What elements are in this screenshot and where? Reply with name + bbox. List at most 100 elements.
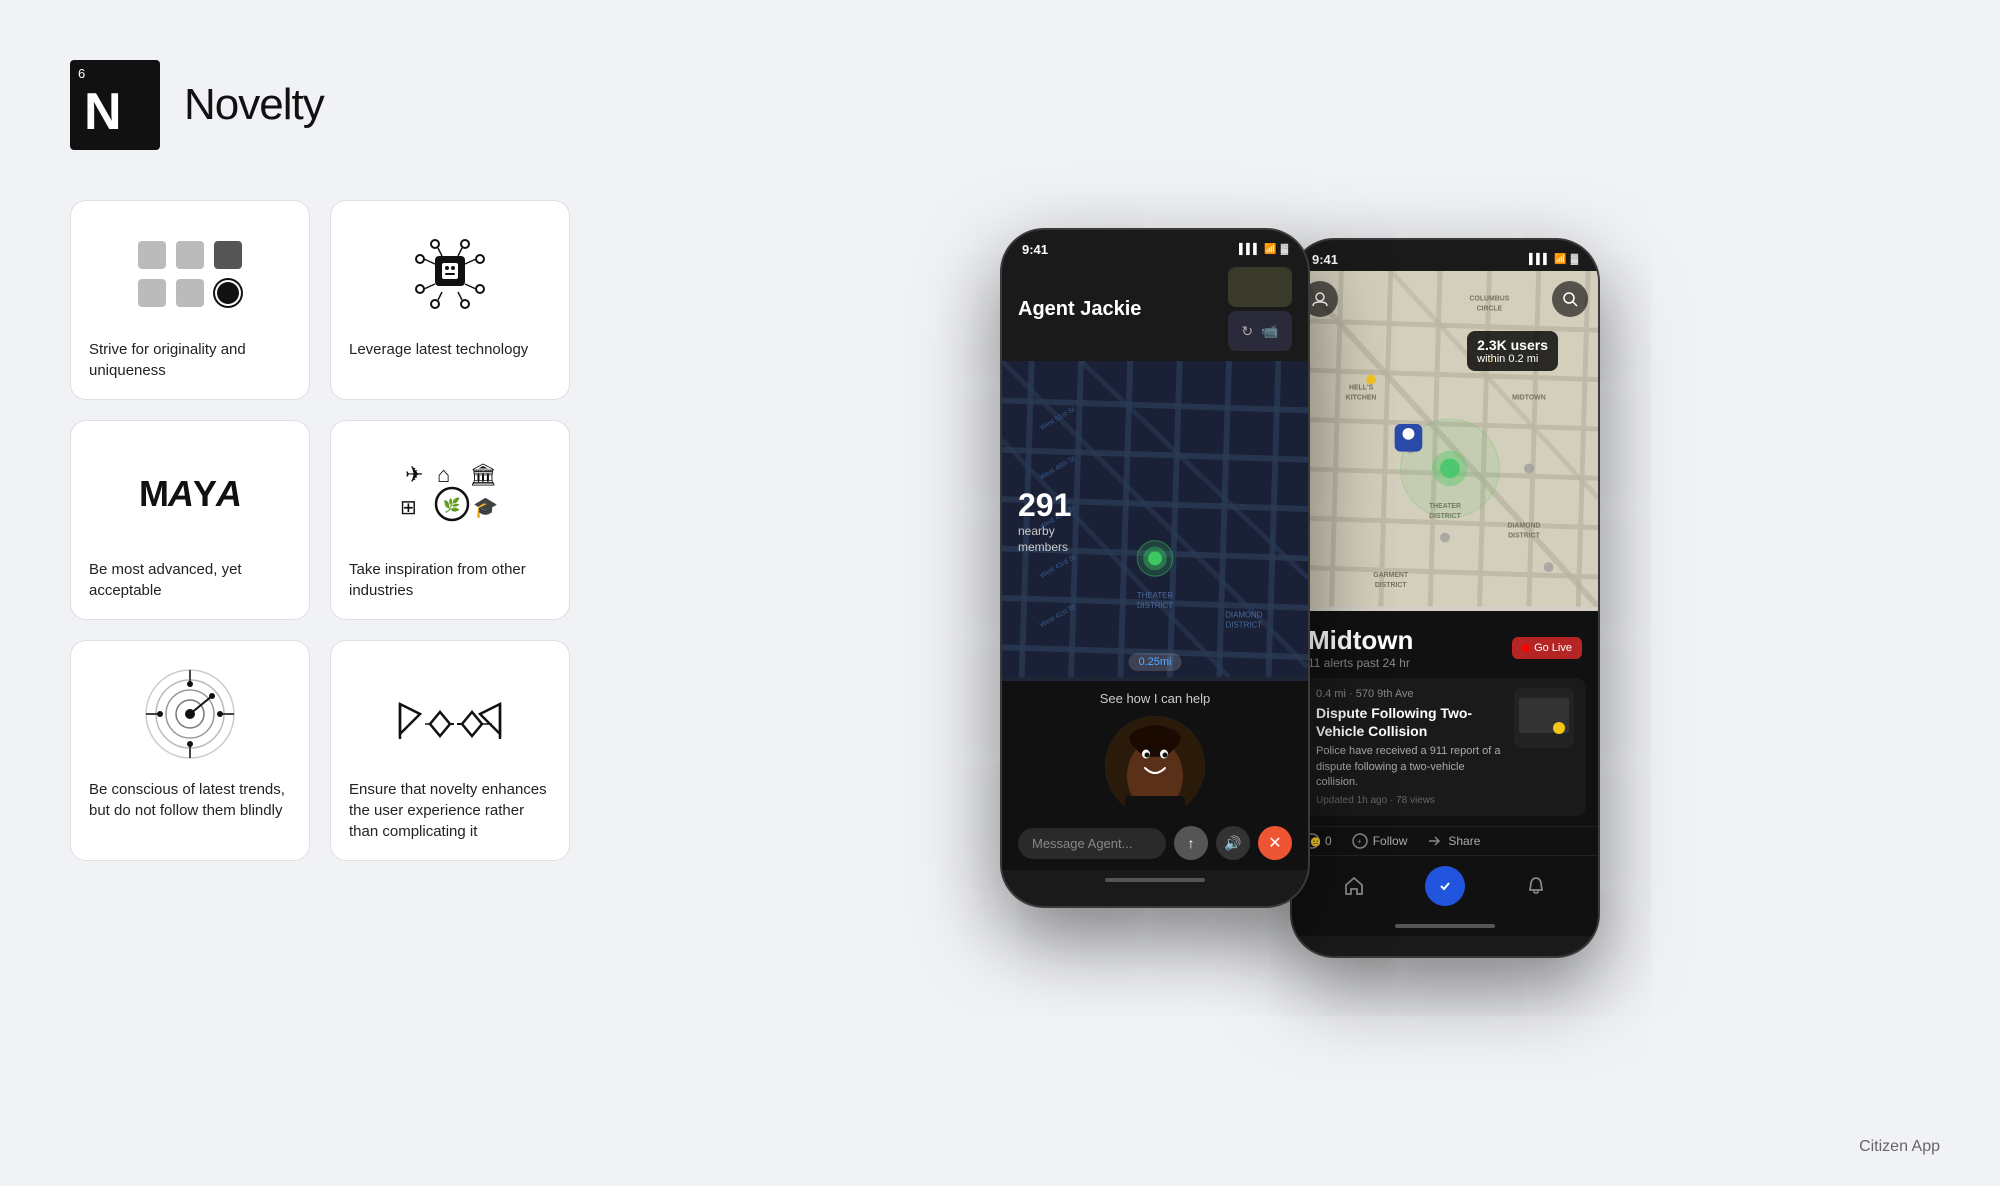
camera-icon[interactable]: 📹 bbox=[1261, 323, 1278, 340]
svg-text:THEATER: THEATER bbox=[1137, 591, 1173, 600]
svg-text:DISTRICT: DISTRICT bbox=[1375, 582, 1408, 589]
p2-nav bbox=[1292, 855, 1598, 916]
sq4 bbox=[138, 279, 166, 307]
card-trends-icon-area bbox=[89, 659, 291, 769]
nearby-count: 291 bbox=[1018, 487, 1071, 524]
left-panel: 6 N Novelty Strive for originality and u… bbox=[0, 0, 640, 1186]
agent-name: Agent Jackie bbox=[1018, 298, 1141, 321]
thumb-keyboard bbox=[1228, 267, 1292, 307]
svg-text:🏛: 🏛 bbox=[469, 462, 497, 487]
p2-home-bar bbox=[1395, 924, 1495, 928]
card-originality: Strive for originality and uniqueness bbox=[70, 200, 310, 400]
p1-bottom: See how I can help bbox=[1002, 681, 1308, 870]
comment-count: 0 bbox=[1325, 834, 1332, 848]
card-inspiration: ✈ ⌂ 🏛 ⊞ 🌿 🎓 Take inspiration from other … bbox=[330, 420, 570, 620]
p1-header: Agent Jackie ↻ 📹 bbox=[1002, 261, 1308, 361]
message-input[interactable]: Message Agent... bbox=[1018, 828, 1166, 859]
incident-desc: Police have received a 911 report of a d… bbox=[1316, 744, 1504, 790]
send-button[interactable]: ↑ bbox=[1174, 826, 1208, 860]
signal-icon: ▌▌▌ bbox=[1239, 244, 1260, 255]
p2-status-icons: ▌▌▌ 📶 ▓ bbox=[1529, 254, 1578, 265]
close-button[interactable]: ✕ bbox=[1258, 826, 1292, 860]
p2-status-bar: 9:41 ▌▌▌ 📶 ▓ bbox=[1292, 240, 1598, 271]
share-icon bbox=[1427, 833, 1443, 849]
card-enhance-label: Ensure that novelty enhances the user ex… bbox=[349, 779, 551, 842]
card-originality-label: Strive for originality and uniqueness bbox=[89, 339, 291, 381]
nearby-info: 291 nearbymembers bbox=[1018, 487, 1071, 555]
p2-user-badge: 2.3K users within 0.2 mi bbox=[1467, 331, 1558, 371]
p2-location-name: Midtown bbox=[1308, 625, 1413, 656]
card-enhance-icon-area bbox=[349, 659, 551, 769]
svg-text:😐: 😐 bbox=[1310, 837, 1320, 847]
home-bar bbox=[1105, 878, 1205, 882]
svg-text:🌿: 🌿 bbox=[443, 497, 460, 514]
header: 6 N Novelty bbox=[70, 60, 570, 150]
nav-shield[interactable] bbox=[1425, 866, 1465, 906]
thumb-video: ↻ 📹 bbox=[1228, 311, 1292, 351]
mic-button[interactable]: 🔊 bbox=[1216, 826, 1250, 860]
svg-text:COLUMBUS: COLUMBUS bbox=[1470, 296, 1510, 303]
go-live-button[interactable]: Go Live bbox=[1512, 637, 1582, 659]
card-enhance: Ensure that novelty enhances the user ex… bbox=[330, 640, 570, 861]
live-dot bbox=[1522, 644, 1530, 652]
sq5 bbox=[176, 279, 204, 307]
incident-actions: 😐 0 + Follow Share bbox=[1292, 826, 1598, 855]
card-advanced-icon-area: MAYA bbox=[89, 439, 291, 549]
sq1 bbox=[138, 241, 166, 269]
share-action[interactable]: Share bbox=[1427, 833, 1480, 849]
nav-home[interactable] bbox=[1334, 866, 1374, 906]
incident-meta: Updated 1h ago · 78 views bbox=[1316, 795, 1504, 806]
agent-face bbox=[1105, 716, 1205, 816]
svg-text:DIAMOND: DIAMOND bbox=[1225, 611, 1263, 620]
distance-badge: 0.25mi bbox=[1128, 653, 1181, 671]
phones-container: 9:41 ▌▌▌ 📶 ▓ Agent Jackie ↻ 📹 bbox=[1000, 228, 1600, 958]
message-bar: Message Agent... ↑ 🔊 ✕ bbox=[1018, 826, 1292, 860]
svg-text:⌂: ⌂ bbox=[437, 462, 450, 487]
home-indicator bbox=[1002, 870, 1308, 890]
follow-action[interactable]: + Follow bbox=[1352, 833, 1408, 849]
logo-box: 6 N bbox=[70, 60, 160, 150]
p1-status-icons: ▌▌▌ 📶 ▓ bbox=[1239, 244, 1288, 255]
logo-letter: N bbox=[84, 82, 122, 142]
incident-thumb-svg bbox=[1514, 688, 1574, 748]
sq2 bbox=[176, 241, 204, 269]
incident-address: 0.4 mi · 570 9th Ave bbox=[1316, 688, 1504, 700]
incident-title: Dispute Following Two-Vehicle Collision bbox=[1316, 704, 1504, 740]
svg-text:CIRCLE: CIRCLE bbox=[1477, 305, 1503, 312]
card-originality-icon-area bbox=[89, 219, 291, 329]
svg-text:🎓: 🎓 bbox=[473, 497, 498, 519]
phone-2: 9:41 ▌▌▌ 📶 ▓ bbox=[1290, 238, 1600, 958]
wifi-icon: 📶 bbox=[1264, 244, 1276, 255]
svg-text:DIAMOND: DIAMOND bbox=[1507, 523, 1540, 530]
card-inspiration-icon-area: ✈ ⌂ 🏛 ⊞ 🌿 🎓 bbox=[349, 439, 551, 549]
citizen-app-label: Citizen App bbox=[1859, 1138, 1940, 1156]
refresh-icon[interactable]: ↻ bbox=[1241, 323, 1253, 340]
card-trends-label: Be conscious of latest trends, but do no… bbox=[89, 779, 291, 821]
phone-1: 9:41 ▌▌▌ 📶 ▓ Agent Jackie ↻ 📹 bbox=[1000, 228, 1310, 908]
originality-icon bbox=[138, 241, 242, 307]
incident-info: 0.4 mi · 570 9th Ave Dispute Following T… bbox=[1316, 688, 1504, 806]
card-technology: Leverage latest technology bbox=[330, 200, 570, 400]
share-label: Share bbox=[1448, 834, 1480, 848]
p2-user-count: 2.3K users bbox=[1477, 337, 1548, 353]
nav-bell[interactable] bbox=[1516, 866, 1556, 906]
sq3 bbox=[214, 241, 242, 269]
incident-card: 0.4 mi · 570 9th Ave Dispute Following T… bbox=[1304, 678, 1586, 816]
p2-time: 9:41 bbox=[1312, 252, 1338, 267]
svg-text:+: + bbox=[1357, 837, 1362, 846]
concentric-icon bbox=[140, 664, 240, 764]
p2-location-header: Midtown 11 alerts past 24 hr Go Live bbox=[1292, 611, 1598, 678]
svg-text:⊞: ⊞ bbox=[400, 497, 417, 519]
incident-thumbnail bbox=[1514, 688, 1574, 748]
follow-label: Follow bbox=[1373, 834, 1408, 848]
p2-map-svg: COLUMBUS CIRCLE HELL'S KITCHEN MIDTOWN T… bbox=[1292, 271, 1598, 607]
p1-thumbnails: ↻ 📹 bbox=[1228, 267, 1292, 351]
p2-search-button[interactable] bbox=[1552, 281, 1588, 317]
card-advanced: MAYA Be most advanced, yet acceptable bbox=[70, 420, 310, 620]
p2-map: COLUMBUS CIRCLE HELL'S KITCHEN MIDTOWN T… bbox=[1292, 271, 1598, 611]
card-advanced-label: Be most advanced, yet acceptable bbox=[89, 559, 291, 601]
p2-signal-icon: ▌▌▌ bbox=[1529, 254, 1550, 265]
p2-user-sub: within 0.2 mi bbox=[1477, 353, 1548, 365]
svg-text:DISTRICT: DISTRICT bbox=[1508, 533, 1541, 540]
card-trends: Be conscious of latest trends, but do no… bbox=[70, 640, 310, 861]
